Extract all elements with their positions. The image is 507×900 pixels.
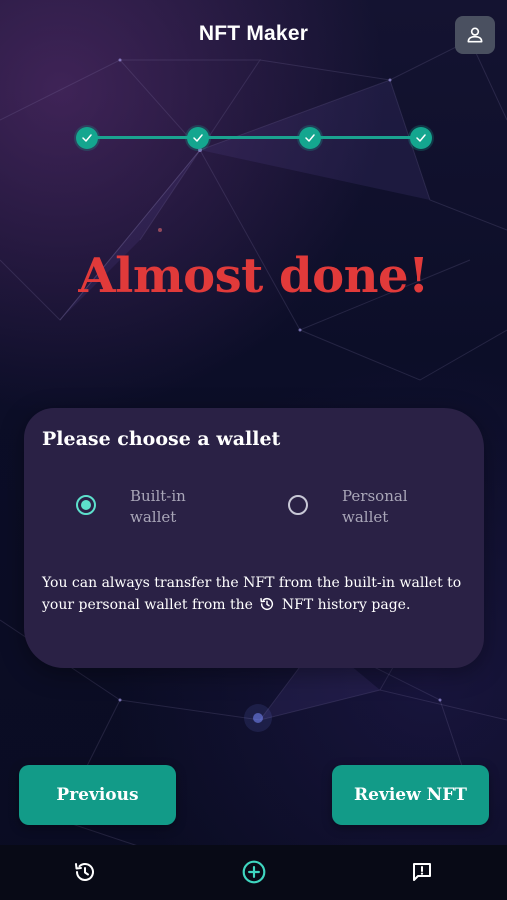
- radio-selected[interactable]: [76, 495, 96, 515]
- stepper-line: [87, 136, 423, 139]
- nav-feedback[interactable]: [408, 858, 436, 886]
- wallet-option-personal[interactable]: Personal wallet: [288, 486, 432, 528]
- wallet-option-built-in[interactable]: Built-in wallet: [76, 486, 220, 528]
- history-icon: [75, 863, 94, 881]
- step-1-complete: [76, 127, 98, 149]
- progress-stepper: [0, 120, 507, 156]
- checkmark-icon: [416, 134, 426, 142]
- app-title: NFT Maker: [198, 22, 309, 45]
- bottom-nav: [0, 845, 507, 900]
- nav-create[interactable]: [240, 858, 268, 886]
- review-nft-button[interactable]: Review NFT: [332, 765, 489, 825]
- checkmark-icon: [82, 134, 92, 142]
- checkmark-icon: [193, 134, 203, 142]
- step-2-complete: [187, 127, 209, 149]
- checkmark-icon: [305, 134, 315, 142]
- step-4-complete: [410, 127, 432, 149]
- radio-unselected[interactable]: [288, 495, 308, 515]
- previous-button[interactable]: Previous: [19, 765, 176, 825]
- history-icon: [260, 597, 274, 611]
- wallet-card-title: Please choose a wallet: [42, 428, 281, 450]
- add-circle-icon: [242, 860, 266, 884]
- transfer-note: You can always transfer the NFT from the…: [42, 572, 470, 616]
- headline: Almost done!: [78, 248, 429, 304]
- nft-history-link[interactable]: NFT history page.: [282, 597, 411, 613]
- wallet-option-label: Personal wallet: [342, 487, 408, 526]
- app-header: NFT Maker: [0, 0, 507, 72]
- wallet-option-label: Built-in wallet: [130, 487, 186, 526]
- feedback-icon: [413, 863, 431, 881]
- wallet-card: Please choose a wallet Built-in wallet P…: [24, 408, 484, 668]
- step-3-complete: [299, 127, 321, 149]
- nav-history[interactable]: [71, 858, 99, 886]
- profile-button[interactable]: [455, 16, 495, 54]
- person-icon: [467, 27, 483, 43]
